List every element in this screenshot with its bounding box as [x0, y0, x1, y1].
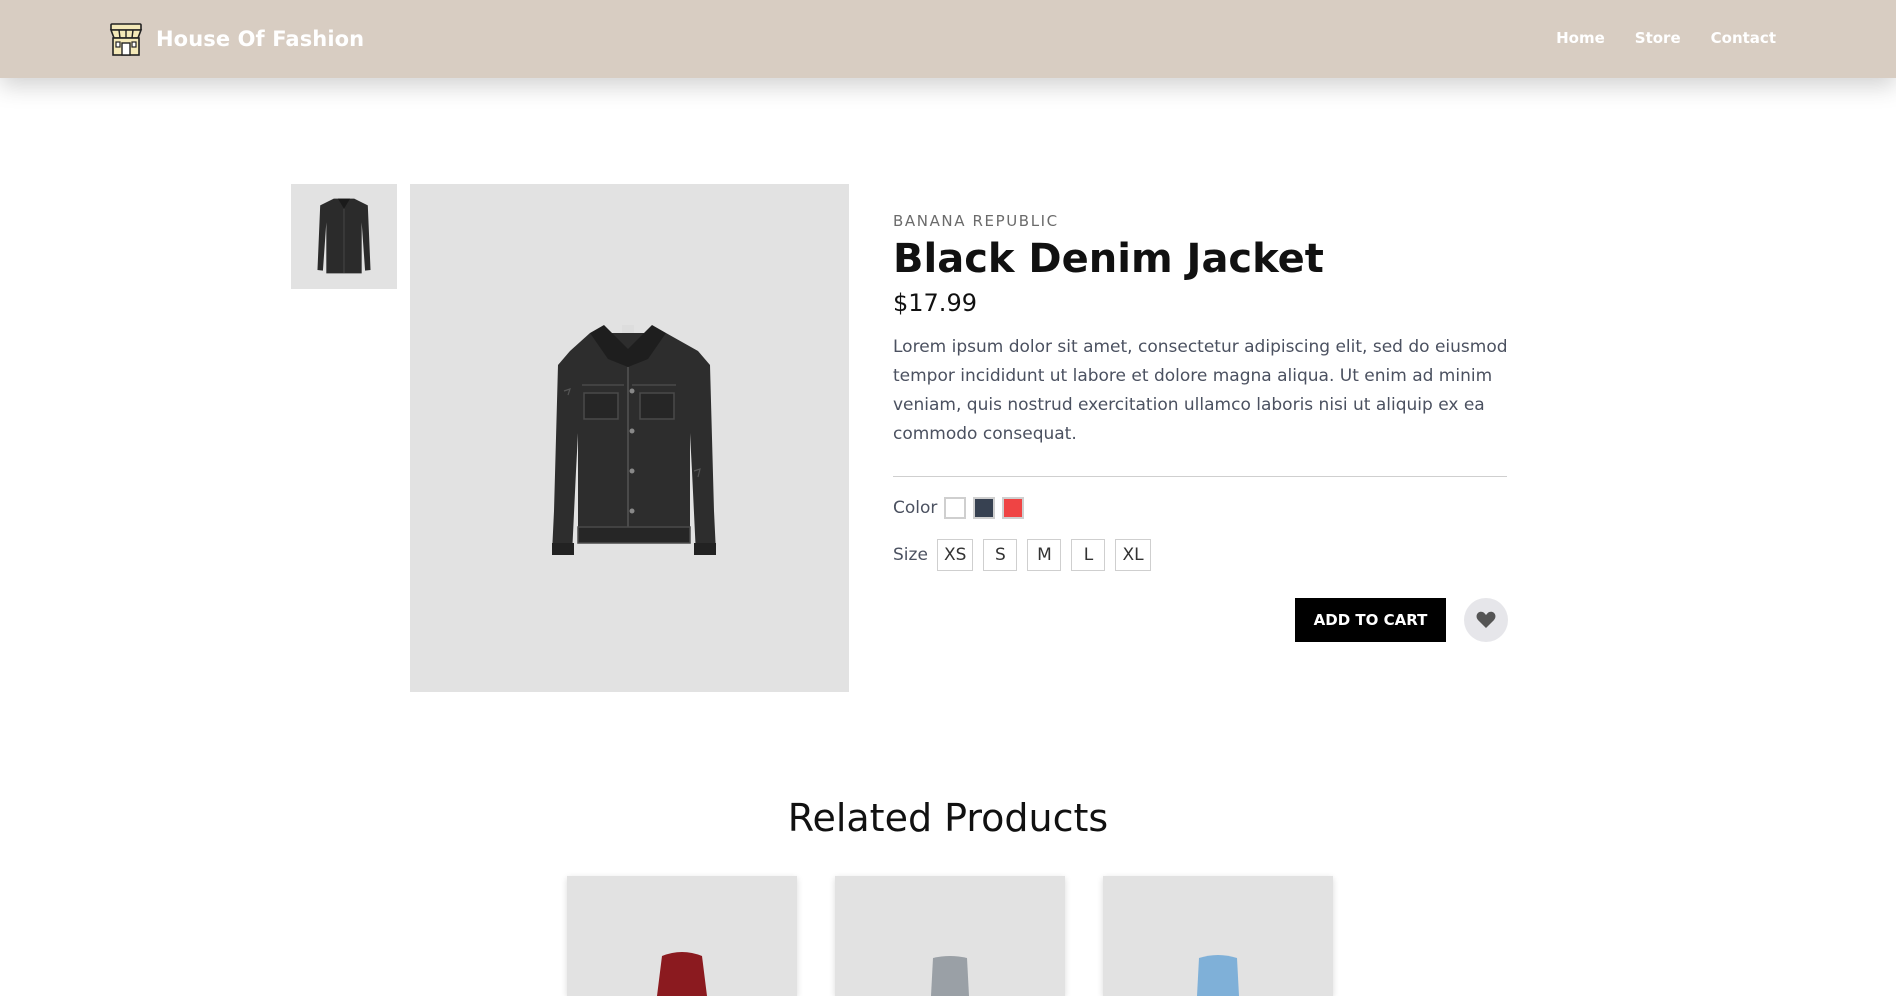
- wishlist-button[interactable]: [1464, 598, 1508, 642]
- related-product-card[interactable]: [567, 876, 797, 996]
- product-main-image: [410, 184, 849, 692]
- nav-store[interactable]: Store: [1635, 29, 1681, 47]
- black-denim-jacket-image: [552, 325, 716, 555]
- product-details: BANANA REPUBLIC Black Denim Jacket $17.9…: [893, 210, 1508, 571]
- product-price: $17.99: [893, 289, 977, 317]
- product-brand: BANANA REPUBLIC: [893, 212, 1059, 230]
- brand-link[interactable]: House Of Fashion: [108, 20, 364, 58]
- nav-home[interactable]: Home: [1556, 29, 1605, 47]
- product-title: Black Denim Jacket: [893, 236, 1324, 282]
- main-nav: Home Store Contact: [1556, 29, 1776, 47]
- color-swatch-white[interactable]: [944, 497, 966, 519]
- related-products-title: Related Products: [787, 796, 1109, 840]
- size-options: Size XS S M L XL: [893, 539, 1507, 571]
- product-actions: ADD TO CART: [1295, 598, 1508, 642]
- size-xl-button[interactable]: XL: [1115, 539, 1151, 571]
- size-s-button[interactable]: S: [983, 539, 1018, 571]
- size-xs-button[interactable]: XS: [937, 539, 974, 571]
- brand-title: House Of Fashion: [156, 27, 365, 51]
- heart-icon: [1476, 611, 1496, 628]
- related-product-card[interactable]: [1103, 876, 1333, 996]
- related-product-card[interactable]: [835, 876, 1065, 996]
- blue-item-image: [1197, 955, 1239, 996]
- divider: [893, 476, 1507, 477]
- size-l-button[interactable]: L: [1071, 539, 1106, 571]
- product-description: Lorem ipsum dolor sit amet, consectetur …: [893, 337, 1508, 444]
- color-label: Color: [893, 498, 938, 518]
- grey-item-image: [931, 956, 969, 996]
- color-swatch-slate[interactable]: [973, 497, 995, 519]
- jacket-thumbnail-image: [317, 198, 371, 274]
- storefront-icon: [108, 20, 144, 58]
- color-options: Color: [893, 497, 1507, 519]
- size-m-button[interactable]: M: [1027, 539, 1062, 571]
- top-navbar: House Of Fashion Home Store Contact: [0, 0, 1896, 78]
- red-item-image: [657, 952, 707, 996]
- add-to-cart-button[interactable]: ADD TO CART: [1295, 598, 1446, 642]
- size-label: Size: [893, 545, 928, 565]
- color-swatch-red[interactable]: [1002, 497, 1024, 519]
- nav-contact[interactable]: Contact: [1711, 29, 1776, 47]
- product-thumbnail[interactable]: [291, 184, 397, 289]
